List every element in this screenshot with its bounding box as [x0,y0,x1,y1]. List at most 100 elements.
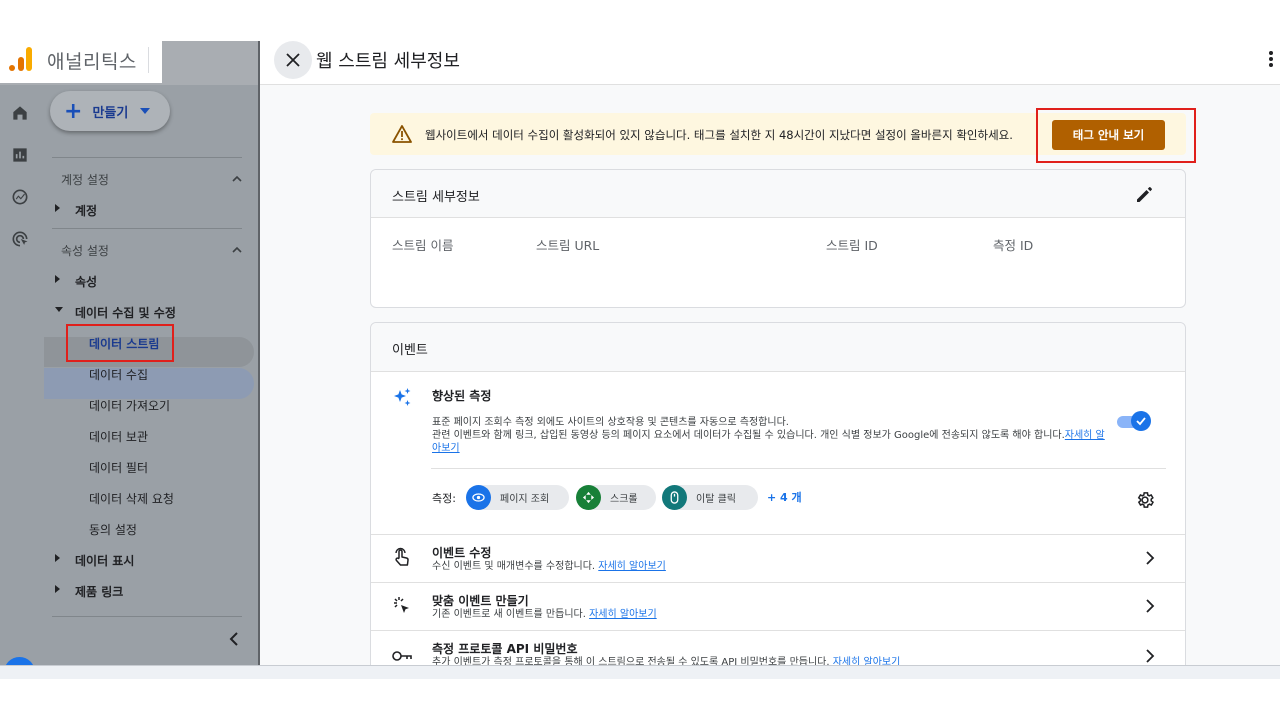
create-label: 만들기 [92,105,129,121]
expand-arrow-icon [55,204,60,212]
enhanced-measurement-toggle[interactable] [1117,411,1151,431]
web-stream-details-panel: 웹 스트림 세부정보 웹사이트에서 데이터 수집이 활성화되어 있지 않습니다.… [258,41,1280,665]
learn-more-link[interactable]: 자세히 알아보기 [598,561,666,572]
reports-icon[interactable] [8,143,32,167]
chip-scroll[interactable]: 스크롤 [576,485,656,510]
key-icon [392,651,412,661]
plus-icon: + [64,98,83,124]
nav-divider [52,228,242,229]
expand-arrow-icon [55,554,60,562]
nav-item-account[interactable]: 계정 [75,202,97,219]
expand-arrow-icon [55,585,60,593]
nav-item-consent[interactable]: 동의 설정 [89,521,137,538]
sparkle-icon [394,388,411,406]
advertising-icon[interactable] [8,227,32,251]
nav-section-account[interactable]: 계정 설정 [61,171,109,188]
nav-item-data-deletion[interactable]: 데이터 삭제 요청 [89,490,174,507]
row-modify-events[interactable]: 이벤트 수정 수신 이벤트 및 매개변수를 수정합니다. 자세히 알아보기 [371,534,1185,582]
create-button[interactable]: + 만들기 [50,91,170,131]
events-title: 이벤트 [392,343,428,358]
measure-label: 측정: [432,492,456,505]
nav-item-data-retention[interactable]: 데이터 보관 [89,428,148,445]
row-desc-text: 기존 이벤트로 새 이벤트를 만듭니다. [432,609,586,620]
nav-divider [52,157,242,158]
row-measurement-protocol[interactable]: 측정 프로토콜 API 비밀번호 추가 이벤트가 측정 프로토콜을 통해 이 스… [371,630,1185,665]
chip-label-outbound-click: 이탈 클릭 [696,494,736,505]
column-stream-id: 스트림 ID [826,238,878,253]
app-topbar: 애널리틱스 [0,41,258,85]
collapse-arrow-icon [55,307,63,312]
more-events-link[interactable]: + 4 개 [767,489,802,505]
nav-item-data-collect[interactable]: 데이터 수집 [89,366,148,383]
row-create-custom-event[interactable]: 맞춤 이벤트 만들기 기존 이벤트로 새 이벤트를 만듭니다. 자세히 알아보기 [371,582,1185,630]
nav-section-property[interactable]: 속성 설정 [61,242,109,259]
more-options-icon[interactable] [1268,49,1274,69]
logo-area: 애널리틱스 [0,41,162,83]
chevron-right-icon [1146,599,1155,613]
nav-item-property[interactable]: 속성 [75,273,97,290]
column-stream-url: 스트림 URL [536,238,600,253]
stream-details-header: 스트림 세부정보 [371,170,1185,218]
expand-arrow-icon [55,275,60,283]
stream-details-title: 스트림 세부정보 [392,190,480,205]
chevron-up-icon[interactable] [232,174,242,184]
touch-icon [395,547,409,566]
gear-icon[interactable] [1135,490,1155,510]
collapse-nav-icon[interactable] [228,632,240,646]
nav-item-data-collection[interactable]: 데이터 수집 및 수정 [75,304,176,321]
panel-title: 웹 스트림 세부정보 [316,51,460,72]
logo-separator [148,47,149,73]
alert-message: 웹사이트에서 데이터 수집이 활성화되어 있지 않습니다. 태그를 설치한 지 … [425,128,1013,142]
explore-icon[interactable] [8,185,32,209]
row-desc-modify-events: 수신 이벤트 및 매개변수를 수정합니다. 자세히 알아보기 [432,560,1112,573]
edit-pencil-icon[interactable] [1135,186,1153,204]
chevron-right-icon [1146,649,1155,663]
chip-page-view[interactable]: 페이지 조회 [466,485,569,510]
nav-selected-bg [44,368,254,399]
row-title-create-custom-event: 맞춤 이벤트 만들기 [432,594,529,608]
nav-item-data-import[interactable]: 데이터 가져오기 [89,397,170,414]
close-button[interactable] [274,41,312,79]
analytics-logo-icon [9,47,32,71]
toggle-knob [1131,411,1151,431]
enhanced-measurement-desc-2: 관련 이벤트와 함께 링크, 삽입된 동영상 등의 페이지 요소에서 데이터가 … [432,429,1112,455]
mouse-icon [662,485,687,510]
warning-icon [392,125,412,143]
chevron-up-icon[interactable] [232,245,242,255]
enhanced-measurement-desc-1: 표준 페이지 조회수 측정 외에도 사이트의 상호작용 및 콘텐츠를 자동으로 … [432,417,789,428]
row-desc-text: 수신 이벤트 및 매개변수를 수정합니다. [432,561,596,572]
chip-outbound-click[interactable]: 이탈 클릭 [662,485,758,510]
row-desc-measurement-protocol: 추가 이벤트가 측정 프로토콜을 통해 이 스트림으로 전송될 수 있도록 AP… [432,656,1122,665]
click-sparkle-icon [394,597,409,613]
os-taskbar-strip [0,665,1280,679]
chevron-right-icon [1146,551,1155,565]
check-icon [1136,417,1146,426]
nav-item-data-display[interactable]: 데이터 표시 [75,552,134,569]
caret-down-icon [140,108,151,114]
learn-more-link[interactable]: 자세히 알아보기 [589,609,657,620]
admin-settings-icon[interactable] [4,657,35,665]
events-card: 이벤트 향상된 측정 표준 페이지 조회수 측정 외에도 사이트의 상호작용 및… [370,322,1186,665]
inner-divider [431,468,1166,469]
stream-details-card: 스트림 세부정보 스트림 이름 스트림 URL 스트림 ID 측정 ID [370,169,1186,308]
learn-more-link[interactable]: 자세히 알아보기 [833,657,901,665]
home-icon[interactable] [8,101,32,125]
highlight-box-tag-button [1036,108,1196,163]
events-header: 이벤트 [371,323,1185,372]
column-stream-name: 스트림 이름 [392,238,454,253]
scroll-icon [576,485,601,510]
eye-icon [466,485,491,510]
chip-label-page-view: 페이지 조회 [500,494,550,505]
highlight-box-data-streams [66,324,174,362]
nav-item-data-filters[interactable]: 데이터 필터 [89,459,148,476]
enhanced-measurement-title: 향상된 측정 [432,389,492,403]
chip-label-scroll: 스크롤 [610,494,638,505]
column-measurement-id: 측정 ID [993,238,1034,253]
close-icon [286,53,300,67]
row-title-modify-events: 이벤트 수정 [432,546,492,560]
admin-nav: + 만들기 계정 설정 계정 속성 설정 속성 데이터 수집 및 수정 데이터 … [44,85,258,665]
nav-item-product-links[interactable]: 제품 링크 [75,583,123,600]
row-desc-text: 추가 이벤트가 측정 프로토콜을 통해 이 스트림으로 전송될 수 있도록 AP… [432,657,830,665]
row-desc-create-custom-event: 기존 이벤트로 새 이벤트를 만듭니다. 자세히 알아보기 [432,608,1112,621]
enhanced-desc-text: 관련 이벤트와 함께 링크, 삽입된 동영상 등의 페이지 요소에서 데이터가 … [432,430,1065,441]
